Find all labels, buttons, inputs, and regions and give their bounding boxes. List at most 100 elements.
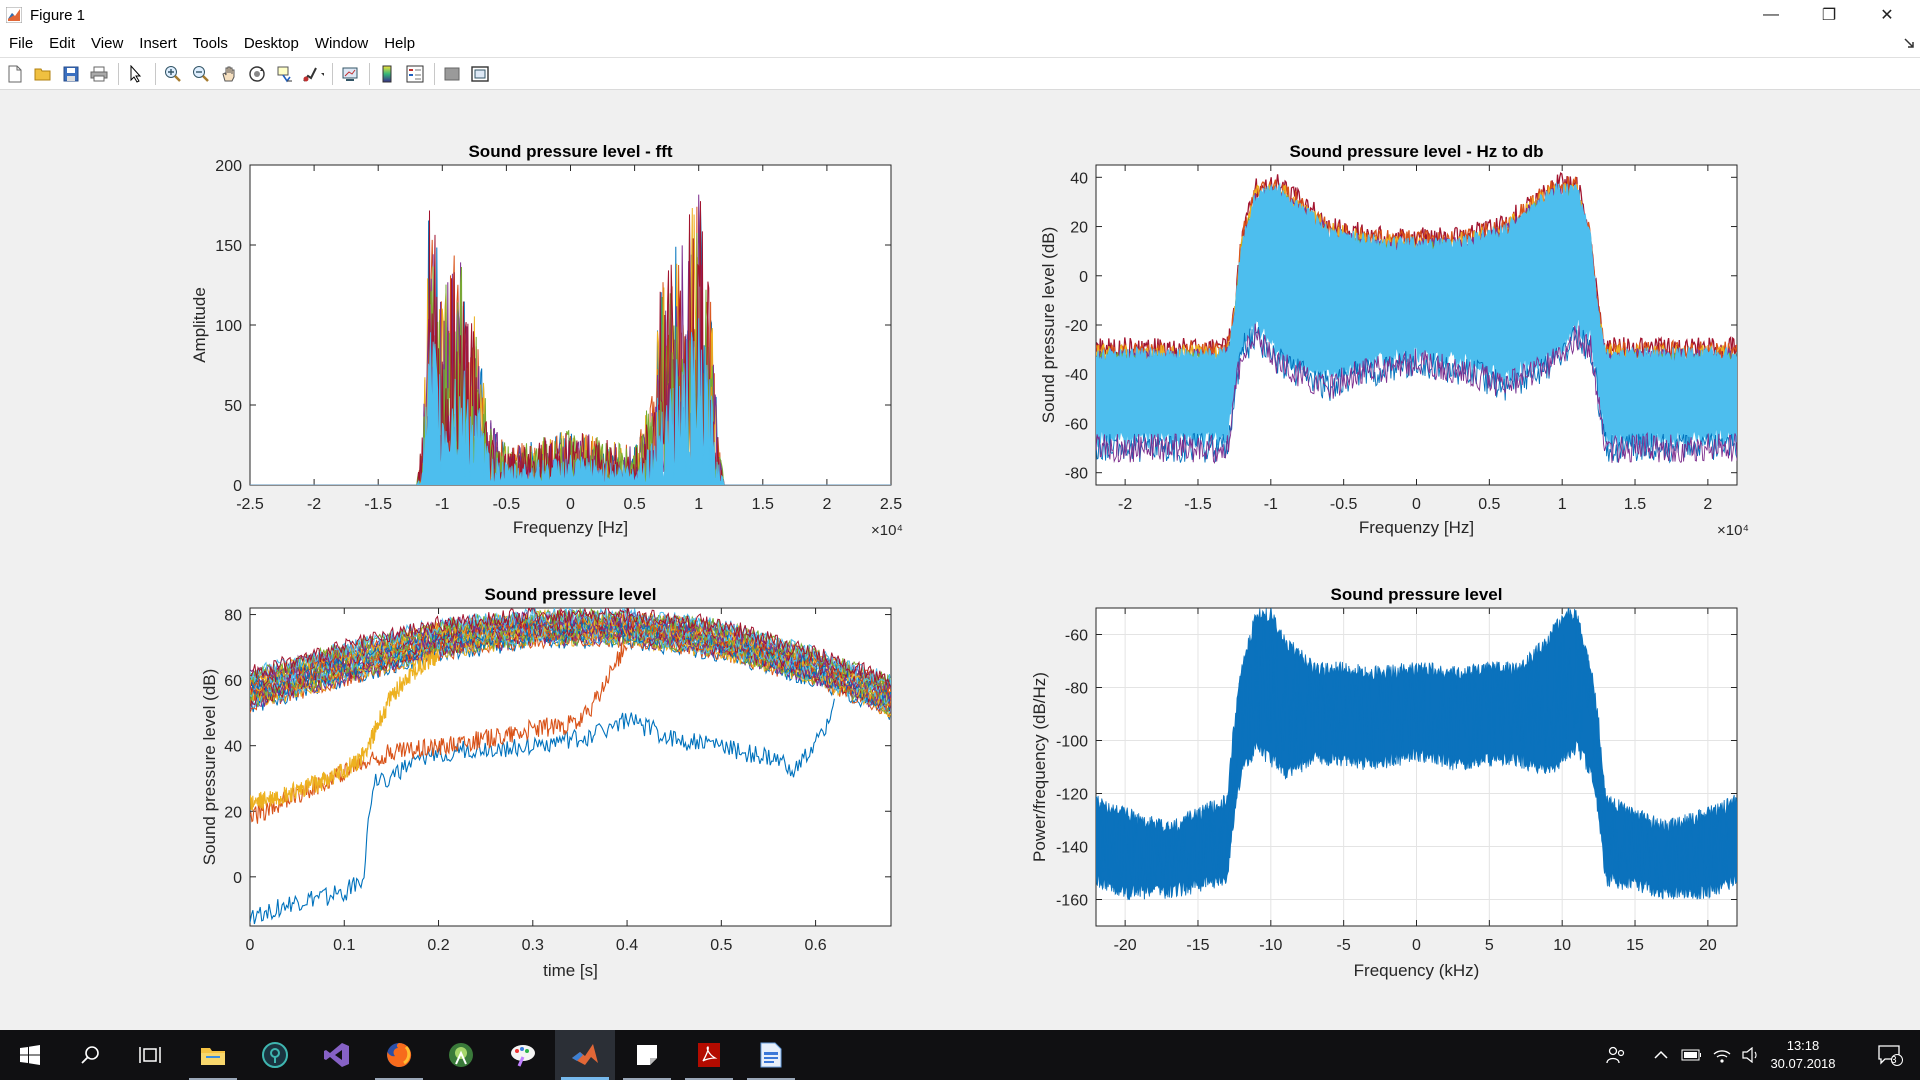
y-tick-label: -80 xyxy=(1065,681,1088,698)
menu-help[interactable]: Help xyxy=(376,35,423,52)
start-icon[interactable] xyxy=(0,1030,60,1080)
y-tick-label: 0 xyxy=(233,870,242,887)
x-tick-label: 0.5 xyxy=(623,496,645,513)
figure-svg: Sound pressure level - fft Sound pressur… xyxy=(190,142,1749,980)
new-figure-icon[interactable] xyxy=(4,63,26,85)
save-icon[interactable] xyxy=(60,63,82,85)
x-tick-label: -2 xyxy=(1118,496,1132,513)
android-studio-icon[interactable] xyxy=(431,1030,491,1080)
matlab-app-icon xyxy=(6,7,22,23)
x-tick-label: 0 xyxy=(1412,937,1421,954)
y-tick-label: -20 xyxy=(1065,318,1088,335)
x-tick-label: -5 xyxy=(1337,937,1351,954)
menu-desktop[interactable]: Desktop xyxy=(236,35,307,52)
axes-fft-xlabel: Frequenzy [Hz] xyxy=(513,518,628,537)
menu-window[interactable]: Window xyxy=(307,35,376,52)
x-tick-label: 0 xyxy=(566,496,575,513)
acrobat-icon[interactable] xyxy=(679,1030,739,1080)
hide-plot-tools-icon[interactable] xyxy=(441,63,463,85)
open-file-icon[interactable] xyxy=(32,63,54,85)
edit-plot-icon[interactable] xyxy=(125,63,147,85)
window-title: Figure 1 xyxy=(30,6,86,24)
y-tick-label: -160 xyxy=(1056,893,1088,910)
paint-icon[interactable] xyxy=(493,1030,553,1080)
y-tick-label: 200 xyxy=(215,158,242,175)
notification-count: 3 xyxy=(1891,1055,1897,1066)
dock-arrow-icon[interactable] xyxy=(1904,38,1914,48)
x-tick-label: 0.1 xyxy=(333,937,355,954)
show-plot-tools-icon[interactable] xyxy=(469,63,491,85)
menu-tools[interactable]: Tools xyxy=(185,35,236,52)
chevron-up-icon[interactable] xyxy=(1651,1045,1671,1065)
axes-psd-ylabel: Power/frequency (dB/Hz) xyxy=(1030,672,1049,862)
y-tick-label: 40 xyxy=(1070,170,1088,187)
axes-fft-x-exponent: ×10⁴ xyxy=(871,522,903,539)
close-button[interactable]: ✕ xyxy=(1858,0,1916,30)
x-tick-label: -2.5 xyxy=(236,496,264,513)
figure-toolbar xyxy=(0,58,1920,90)
x-tick-label: 0.6 xyxy=(804,937,826,954)
x-tick-label: -1.5 xyxy=(1184,496,1212,513)
pan-icon[interactable] xyxy=(218,63,240,85)
search-icon[interactable] xyxy=(60,1030,120,1080)
restore-button[interactable]: ❐ xyxy=(1800,0,1858,30)
y-tick-label: -60 xyxy=(1065,416,1088,433)
menu-view[interactable]: View xyxy=(83,35,131,52)
x-tick-label: -20 xyxy=(1114,937,1137,954)
link-plot-icon[interactable] xyxy=(339,63,361,85)
clock[interactable]: 13:18 30.07.2018 xyxy=(1758,1037,1848,1073)
wifi-icon[interactable] xyxy=(1712,1045,1732,1065)
figure-canvas: Sound pressure level - fft Sound pressur… xyxy=(0,90,1920,1030)
firefox-icon[interactable] xyxy=(369,1030,429,1080)
clock-time: 13:18 xyxy=(1786,1038,1820,1053)
zoom-in-icon[interactable] xyxy=(162,63,184,85)
x-tick-label: 1.5 xyxy=(752,496,774,513)
menu-edit[interactable]: Edit xyxy=(41,35,83,52)
toolbar-separator xyxy=(155,62,156,85)
menu-insert[interactable]: Insert xyxy=(131,35,185,52)
data-cursor-icon[interactable] xyxy=(274,63,296,85)
x-tick-label: -10 xyxy=(1259,937,1282,954)
x-tick-label: 1.5 xyxy=(1624,496,1646,513)
axes-hz-to-db-title: Sound pressure level - Hz to db xyxy=(1289,142,1543,161)
file-explorer-icon[interactable] xyxy=(183,1030,243,1080)
visual-studio-icon[interactable] xyxy=(307,1030,367,1080)
zoom-out-icon[interactable] xyxy=(190,63,212,85)
sticky-notes-icon[interactable] xyxy=(617,1030,677,1080)
matlab-icon[interactable] xyxy=(555,1030,615,1080)
axes-time-xlabel: time [s] xyxy=(543,961,598,980)
app-icon-circle[interactable] xyxy=(245,1030,305,1080)
brush-icon[interactable] xyxy=(302,63,324,85)
notification-icon[interactable]: 3 xyxy=(1870,1045,1910,1066)
y-tick-label: -100 xyxy=(1056,734,1088,751)
x-tick-label: 0.2 xyxy=(427,937,449,954)
y-tick-label: 20 xyxy=(1070,220,1088,237)
x-tick-label: 0.3 xyxy=(522,937,544,954)
y-tick-label: 50 xyxy=(224,398,242,415)
legend-icon[interactable] xyxy=(404,63,426,85)
x-tick-label: 2.5 xyxy=(880,496,902,513)
minimize-button[interactable]: — xyxy=(1742,0,1800,30)
x-tick-label: -0.5 xyxy=(1330,496,1358,513)
axes-psd-xlabel: Frequency (kHz) xyxy=(1354,961,1480,980)
print-icon[interactable] xyxy=(88,63,110,85)
toolbar-separator xyxy=(332,62,333,85)
axes-hz-to-db-ylabel: Sound pressure level (dB) xyxy=(1039,227,1058,424)
x-tick-label: 0.4 xyxy=(616,937,638,954)
task-view-icon[interactable] xyxy=(120,1030,180,1080)
x-tick-label: 0 xyxy=(246,937,255,954)
axes-time-ylabel: Sound pressure level (dB) xyxy=(200,669,219,866)
colorbar-icon[interactable] xyxy=(376,63,398,85)
y-tick-label: 80 xyxy=(224,608,242,625)
y-tick-label: -140 xyxy=(1056,840,1088,857)
x-tick-label: 10 xyxy=(1553,937,1571,954)
rotate-3d-icon[interactable] xyxy=(246,63,268,85)
menu-file[interactable]: File xyxy=(0,35,41,52)
document-icon[interactable] xyxy=(741,1030,801,1080)
x-tick-label: 2 xyxy=(822,496,831,513)
x-tick-label: 0.5 xyxy=(710,937,732,954)
battery-icon[interactable] xyxy=(1681,1045,1701,1065)
people-icon[interactable] xyxy=(1606,1045,1626,1065)
x-tick-label: -1 xyxy=(435,496,449,513)
y-tick-label: 100 xyxy=(215,318,242,335)
